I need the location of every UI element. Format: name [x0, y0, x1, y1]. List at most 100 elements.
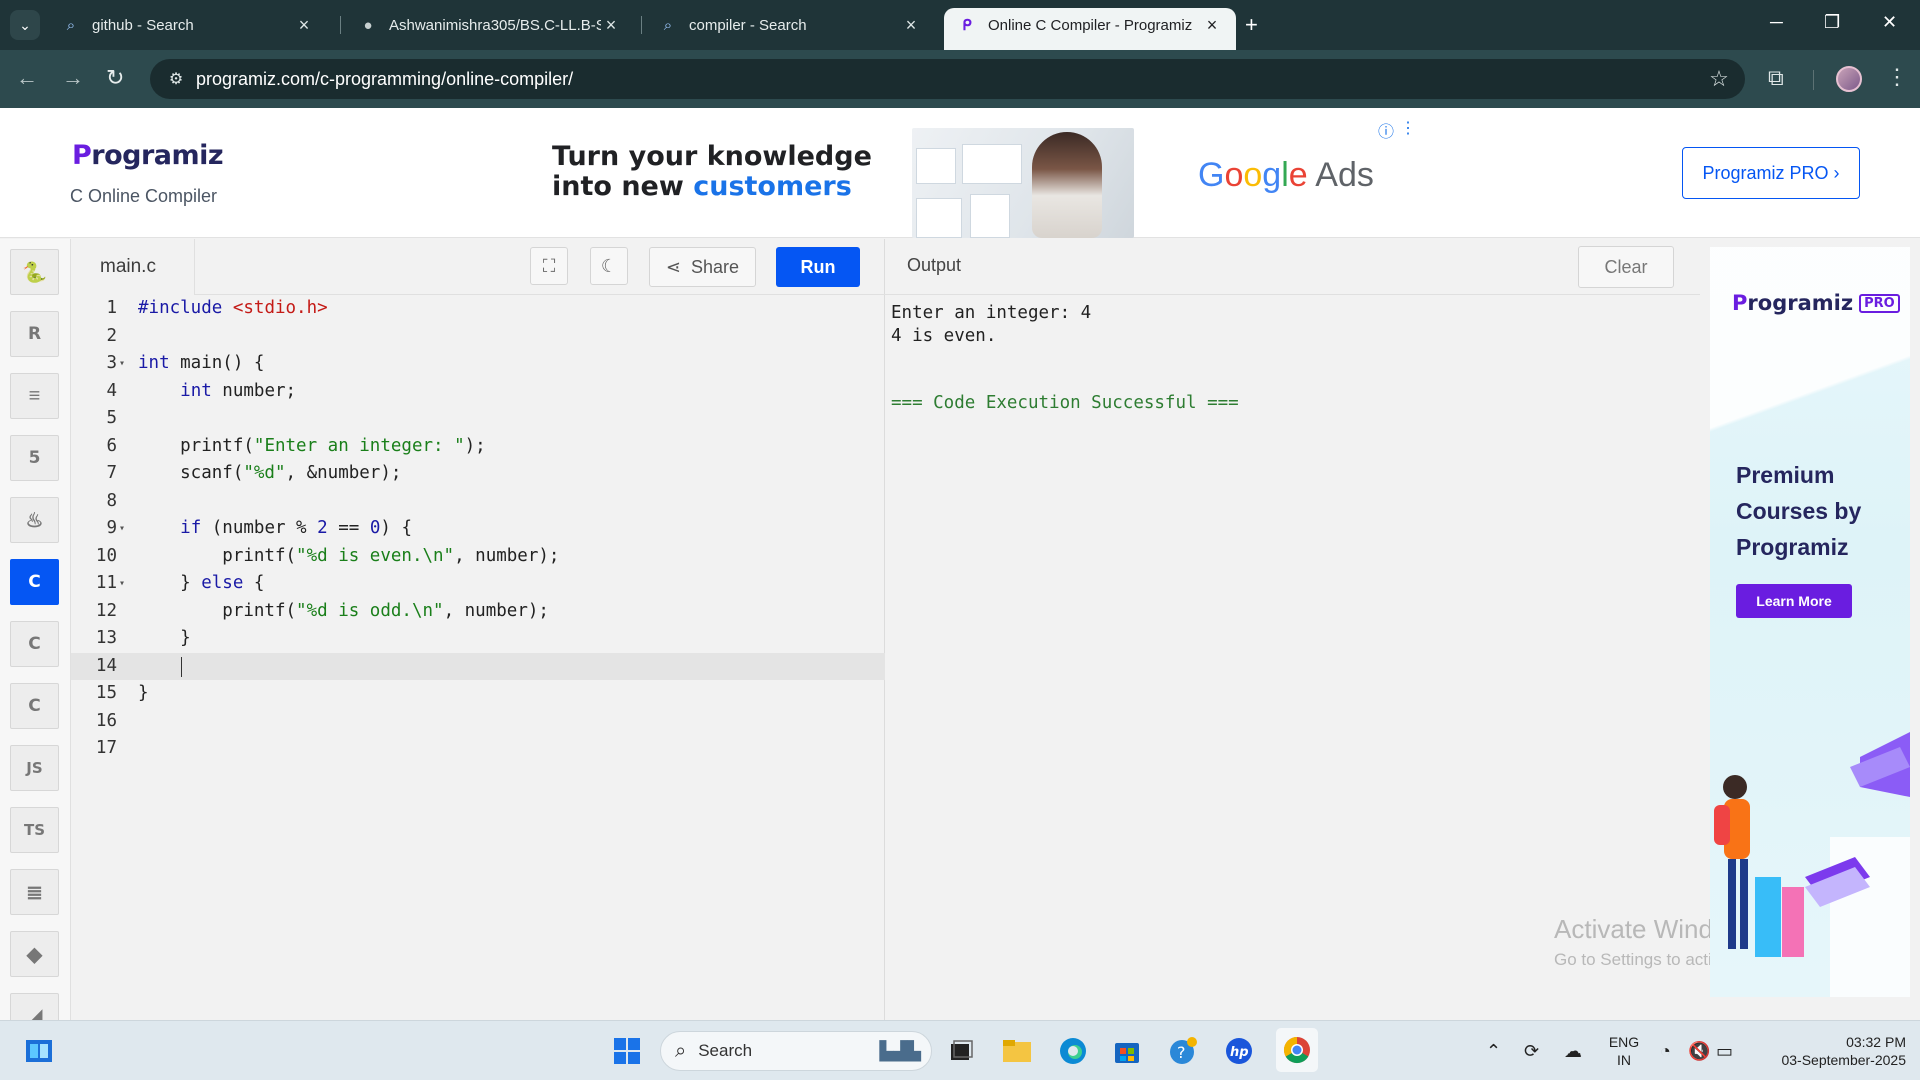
chrome-icon[interactable] — [1276, 1028, 1318, 1072]
battery-icon[interactable]: ▭ — [1716, 1041, 1733, 1062]
code-text[interactable]: printf("%d is even.\n", number); — [138, 543, 559, 571]
volume-muted-icon[interactable]: 🔇 — [1688, 1041, 1710, 1062]
new-tab-icon[interactable]: + — [1245, 12, 1258, 38]
code-text[interactable]: printf("Enter an integer: "); — [138, 433, 486, 461]
windows-start-icon[interactable] — [610, 1034, 644, 1068]
dark-mode-icon[interactable]: ☾ — [590, 247, 628, 285]
code-line[interactable]: 16 — [71, 708, 885, 736]
code-line[interactable]: 17 — [71, 735, 885, 763]
browser-menu-icon[interactable]: ⋮ — [1886, 64, 1908, 90]
code-text[interactable]: } else { — [138, 570, 264, 598]
show-hidden-icons[interactable]: ⌃ — [1486, 1041, 1501, 1062]
tab-search-dropdown-icon[interactable]: ⌄ — [10, 10, 40, 40]
store-icon[interactable] — [1110, 1034, 1144, 1068]
code-text[interactable]: } — [138, 625, 191, 653]
ad-info-icon[interactable]: ⓘ — [1378, 118, 1394, 142]
top-banner-ad[interactable]: Turn your knowledge into new customers G… — [550, 108, 1430, 238]
taskbar-search[interactable]: ⌕ Search ▙▟▙ — [660, 1031, 932, 1071]
tab-github-repo[interactable]: ● Ashwanimishra305/BS.C-LL.B-SEM × — [345, 8, 635, 42]
tab-compiler-search[interactable]: ⌕ compiler - Search × — [645, 8, 935, 42]
code-text[interactable]: } — [138, 680, 149, 708]
wifi-icon[interactable]: ◔ — [1660, 1041, 1671, 1062]
code-text[interactable]: if (number % 2 == 0) { — [138, 515, 412, 543]
java-icon[interactable]: ♨ — [10, 497, 59, 543]
code-line[interactable]: 2 — [71, 323, 885, 351]
close-icon[interactable]: × — [901, 15, 921, 36]
tab-github-search[interactable]: ⌕ github - Search × — [48, 8, 328, 42]
bookmark-star-icon[interactable]: ☆ — [1699, 66, 1739, 92]
code-line[interactable]: 13 } — [71, 625, 885, 653]
swift-icon[interactable]: ◢ — [10, 993, 59, 1020]
hp-icon[interactable]: hp — [1222, 1034, 1256, 1068]
fullscreen-icon[interactable]: ⛶ — [530, 247, 568, 285]
code-line[interactable]: 9 ▾ if (number % 2 == 0) { — [71, 515, 885, 543]
close-icon[interactable]: × — [294, 15, 314, 36]
onedrive-offline-icon[interactable]: ☁ — [1564, 1041, 1582, 1062]
code-line[interactable]: 5 — [71, 405, 885, 433]
code-line[interactable]: 10 printf("%d is even.\n", number); — [71, 543, 885, 571]
sql-icon[interactable]: ≡ — [10, 373, 59, 419]
ts-icon[interactable]: TS — [10, 807, 59, 853]
extensions-icon[interactable]: ⧉ — [1768, 65, 1784, 91]
fold-arrow-icon[interactable]: ▾ — [119, 515, 125, 543]
python-icon[interactable]: 🐍 — [10, 249, 59, 295]
edge-icon[interactable] — [1056, 1034, 1090, 1068]
code-line[interactable]: 4 int number; — [71, 378, 885, 406]
code-text[interactable]: printf("%d is odd.\n", number); — [138, 598, 549, 626]
language-indicator[interactable]: ENG IN — [1604, 1033, 1644, 1069]
programiz-pro-button[interactable]: Programiz PRO › — [1682, 147, 1860, 199]
code-text[interactable]: scanf("%d", &number); — [138, 460, 401, 488]
csharp-icon[interactable]: C — [10, 683, 59, 729]
code-line[interactable]: 15} — [71, 680, 885, 708]
help-app-icon[interactable]: ? — [1166, 1034, 1200, 1068]
code-line[interactable]: 7 scanf("%d", &number); — [71, 460, 885, 488]
code-area[interactable]: 1 #include <stdio.h> 2 3 ▾ int main() {4 int … — [71, 295, 885, 1020]
reload-icon[interactable]: ↻ — [106, 66, 124, 90]
close-window-icon[interactable]: ✕ — [1882, 12, 1897, 33]
code-line[interactable]: 11 ▾ } else { — [71, 570, 885, 598]
run-button[interactable]: Run — [776, 247, 860, 287]
url-text[interactable]: programiz.com/c-programming/online-compi… — [196, 69, 1699, 90]
restore-icon[interactable]: ❐ — [1824, 12, 1840, 33]
cpp-icon[interactable]: C — [10, 621, 59, 667]
code-text[interactable]: int number; — [138, 378, 296, 406]
code-line[interactable]: 3 ▾ int main() { — [71, 350, 885, 378]
php-icon[interactable]: ◆ — [10, 931, 59, 977]
learn-more-button[interactable]: Learn More — [1736, 584, 1852, 618]
code-line[interactable]: 8 — [71, 488, 885, 516]
forward-icon[interactable]: → — [62, 66, 84, 90]
ad-options-icon[interactable]: ⋮ — [1400, 118, 1416, 138]
url-omnibox[interactable]: ⚙ programiz.com/c-programming/online-com… — [150, 59, 1745, 99]
task-view-icon[interactable] — [944, 1034, 978, 1068]
share-button[interactable]: ⋖ Share — [649, 247, 756, 287]
go-icon[interactable]: ≣ — [10, 869, 59, 915]
sync-icon[interactable]: ⟳ — [1524, 1041, 1539, 1062]
tab-programiz-compiler[interactable]: ᑭ Online C Compiler - Programiz × — [944, 8, 1236, 50]
programiz-logo[interactable]: Programiz — [72, 140, 224, 171]
code-line[interactable]: 1 #include <stdio.h> — [71, 295, 885, 323]
site-info-icon[interactable]: ⚙ — [156, 69, 196, 89]
clear-button[interactable]: Clear — [1578, 246, 1674, 288]
file-tab-main-c[interactable]: main.c — [71, 239, 195, 295]
r-icon[interactable]: R — [10, 311, 59, 357]
profile-avatar[interactable] — [1836, 66, 1862, 92]
code-text[interactable]: #include <stdio.h> — [138, 295, 328, 323]
widgets-icon[interactable] — [22, 1034, 56, 1068]
back-icon[interactable]: ← — [16, 66, 38, 90]
close-icon[interactable]: × — [601, 15, 621, 36]
execution-status: === Code Execution Successful === — [891, 393, 1239, 413]
minimize-icon[interactable]: ─ — [1770, 12, 1783, 33]
code-line[interactable]: 14 — [71, 652, 885, 680]
fold-arrow-icon[interactable]: ▾ — [119, 570, 125, 598]
close-icon[interactable]: × — [1202, 15, 1222, 36]
js-icon[interactable]: JS — [10, 745, 59, 791]
clock[interactable]: 03:32 PM 03-September-2025 — [1756, 1033, 1906, 1069]
code-line[interactable]: 12 printf("%d is odd.\n", number); — [71, 598, 885, 626]
side-banner-ad[interactable]: Programiz PRO Premium Courses by Program… — [1710, 247, 1910, 997]
html-icon[interactable]: 5 — [10, 435, 59, 481]
fold-arrow-icon[interactable]: ▾ — [119, 350, 125, 378]
c-icon[interactable]: C — [10, 559, 59, 605]
file-explorer-icon[interactable] — [1000, 1034, 1034, 1068]
code-text[interactable]: int main() { — [138, 350, 264, 378]
code-line[interactable]: 6 printf("Enter an integer: "); — [71, 433, 885, 461]
